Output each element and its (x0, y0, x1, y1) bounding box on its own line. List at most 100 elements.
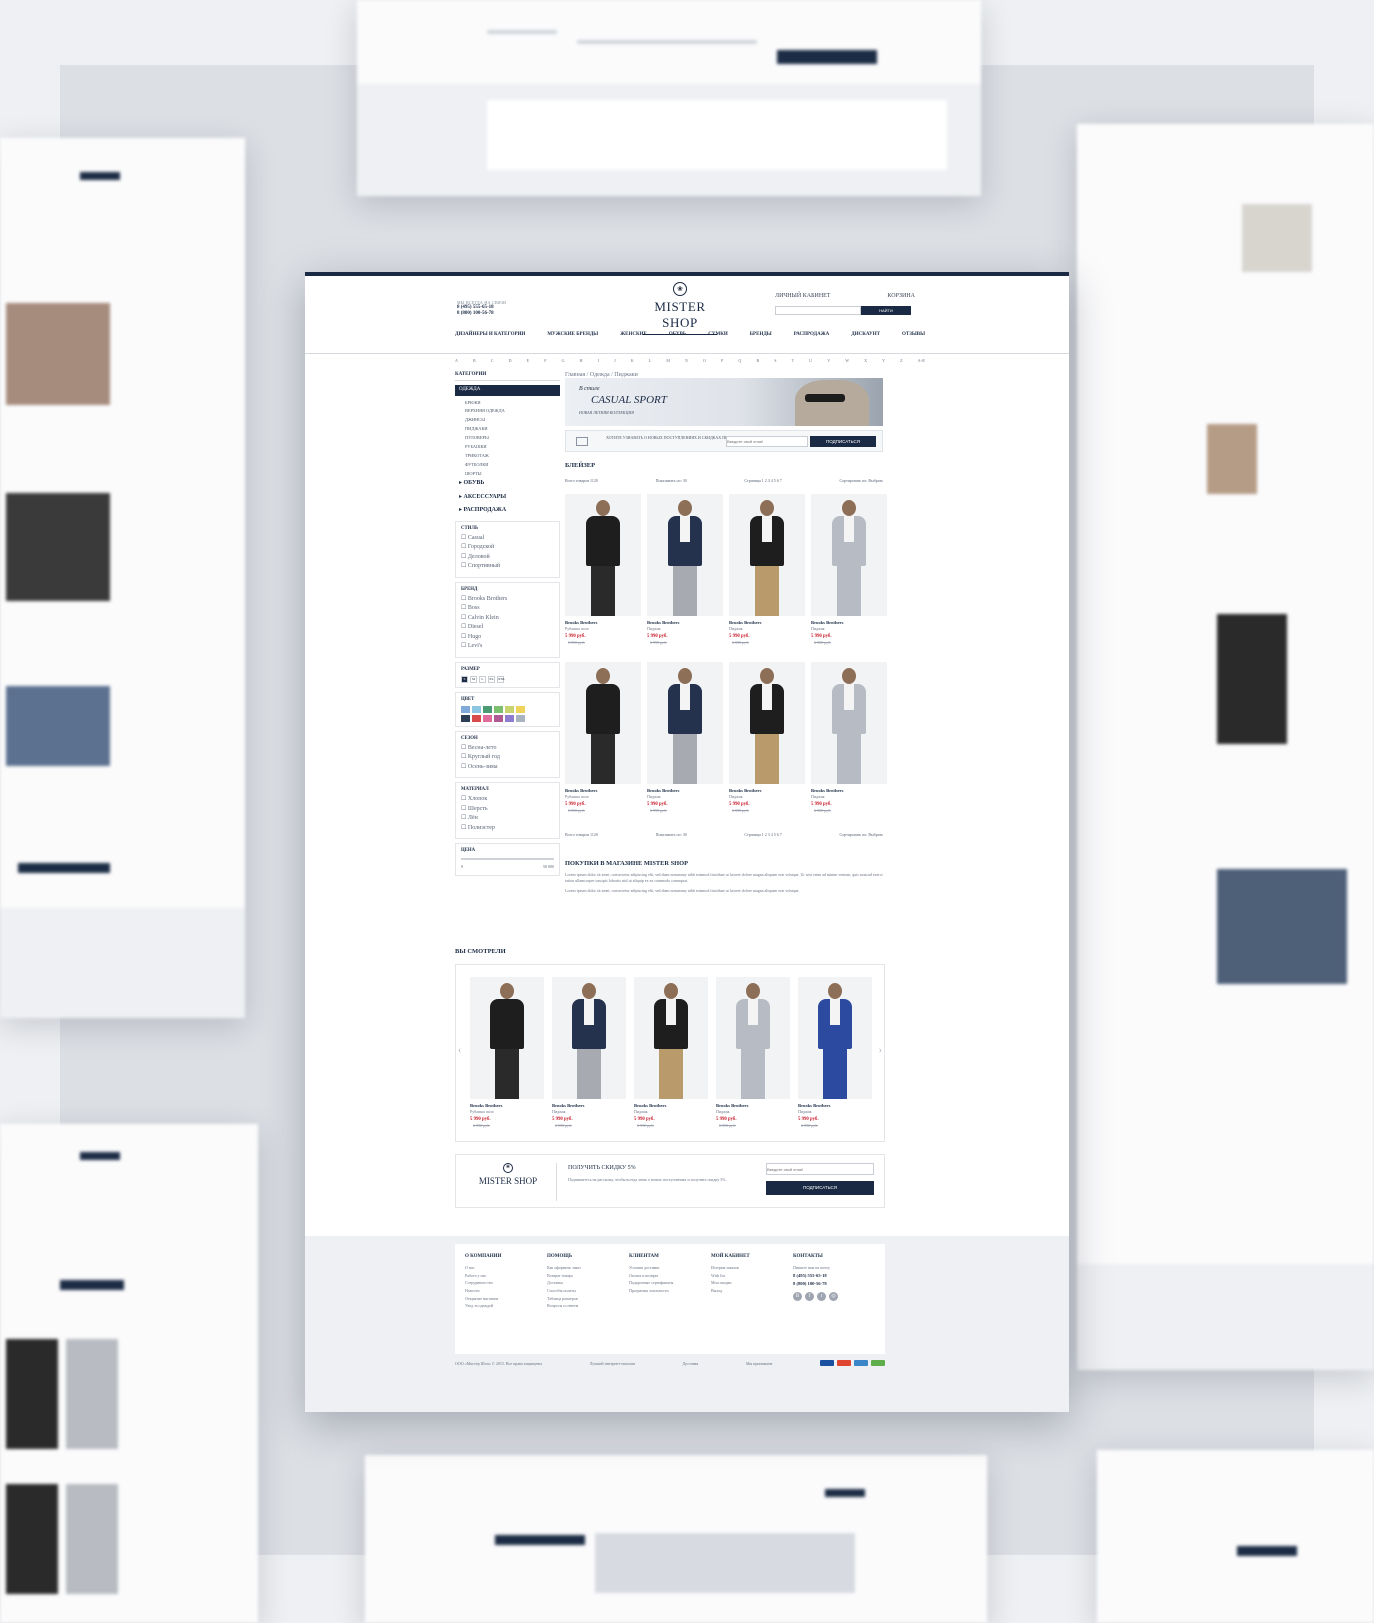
nav-item[interactable]: ОТЗЫВЫ (902, 332, 925, 338)
category-active[interactable]: ОДЕЖДА (455, 385, 560, 396)
product-photo[interactable] (565, 662, 641, 784)
footer-link[interactable]: Таблица размеров (547, 1296, 629, 1301)
checkbox-icon[interactable]: ☐ (461, 634, 468, 640)
alphabet-letter[interactable]: J (614, 358, 616, 363)
alphabet-letter[interactable]: O (703, 358, 706, 363)
footer-link[interactable]: Как оформить заказ (547, 1265, 629, 1270)
size-option[interactable]: XXL (497, 675, 505, 683)
site-logo[interactable]: ❀ MISTER SHOP (635, 282, 725, 335)
alphabet-letter[interactable]: F (544, 358, 546, 363)
checkbox-icon[interactable]: ☐ (461, 544, 468, 550)
footer-link[interactable]: Мои скидки (711, 1280, 793, 1285)
product-photo[interactable] (729, 494, 805, 616)
nav-item[interactable]: БРЕНДЫ (750, 332, 772, 338)
filter-option[interactable]: ☐ Лён (461, 815, 554, 823)
filter-title[interactable]: БРЕНД (461, 587, 554, 593)
filter-option[interactable]: ☐ Осень-зима (461, 764, 554, 772)
product-card[interactable]: Brooks Brothers Пиджак 5 990 руб. 6 990 руб… (552, 977, 626, 1130)
color-swatch[interactable] (494, 705, 503, 713)
product-photo[interactable] (470, 977, 544, 1099)
product-card[interactable]: Brooks Brothers Пиджак 5 990 руб. 6 990 руб… (647, 662, 723, 815)
subcategory-item[interactable]: ВЕРХНЯЯ ОДЕЖДА (465, 408, 560, 414)
phone-2[interactable]: 8 (800) 100-56-78 (457, 311, 506, 317)
product-card[interactable]: Brooks Brothers Пиджак 5 990 руб. 6 990 руб… (811, 662, 887, 815)
pagination[interactable]: Страница 1 2 3 4 5 6 7 (744, 478, 781, 483)
color-swatch[interactable] (516, 705, 525, 713)
footer-link[interactable]: Сотрудничество (465, 1280, 547, 1285)
product-card[interactable]: Brooks Brothers Пиджак 5 990 руб. 6 990 руб… (634, 977, 708, 1130)
product-photo[interactable] (798, 977, 872, 1099)
checkbox-icon[interactable]: ☐ (461, 825, 468, 831)
color-swatch[interactable] (461, 705, 470, 713)
nav-item[interactable]: ОБУВЬ (669, 332, 686, 338)
checkbox-icon[interactable]: ☐ (461, 796, 468, 802)
nav-item[interactable]: ЖЕНСКИЕ (620, 332, 647, 338)
subcategory-item[interactable]: БРЮКИ (465, 400, 560, 406)
alphabet-letter[interactable]: G (562, 358, 565, 363)
search-input[interactable] (775, 305, 861, 315)
subcategory-item[interactable]: РУБАШКИ (465, 444, 560, 450)
footer-link[interactable]: Уход за одеждой (465, 1303, 547, 1308)
alphabet-letter[interactable]: W (845, 358, 849, 363)
footer-link[interactable]: Вопросы и ответы (547, 1303, 629, 1308)
alphabet-letter[interactable]: U (809, 358, 812, 363)
size-option[interactable]: S (461, 675, 468, 683)
color-swatch[interactable] (472, 714, 481, 722)
alphabet-letter[interactable]: L (649, 358, 651, 363)
nav-item[interactable]: СУМКИ (708, 332, 727, 338)
alphabet-letter[interactable]: E (527, 358, 529, 363)
product-photo[interactable] (716, 977, 790, 1099)
alphabet-letter[interactable]: D (509, 358, 512, 363)
sort-select[interactable]: Сортировать по: Выбрать (840, 478, 883, 483)
promo-subscribe-button[interactable]: ПОДПИСАТЬСЯ (766, 1181, 874, 1195)
product-card[interactable]: Brooks Brothers Рубашка поло 5 990 руб. 6 9… (565, 494, 641, 647)
checkbox-icon[interactable]: ☐ (461, 624, 468, 630)
product-photo[interactable] (647, 662, 723, 784)
footer-link[interactable]: О нас (465, 1265, 547, 1270)
sort-select[interactable]: Сортировать по: Выбрать (840, 832, 883, 837)
checkbox-icon[interactable]: ☐ (461, 596, 468, 602)
alphabet-letter[interactable]: H (580, 358, 583, 363)
filter-title[interactable]: РАЗМЕР (461, 667, 554, 673)
subscribe-email-input[interactable] (726, 436, 808, 447)
checkbox-icon[interactable]: ☐ (461, 535, 468, 541)
alphabet-letter[interactable]: N (685, 358, 688, 363)
checkbox-icon[interactable]: ☐ (461, 764, 468, 770)
checkbox-icon[interactable]: ☐ (461, 806, 468, 812)
alphabet-letter[interactable]: T (792, 358, 794, 363)
filter-option[interactable]: ☐ Levi's (461, 643, 554, 651)
footer-link[interactable]: Новости (465, 1288, 547, 1293)
checkbox-icon[interactable]: ☐ (461, 563, 468, 569)
filter-title[interactable]: ЦВЕТ (461, 697, 554, 703)
color-swatch[interactable] (472, 705, 481, 713)
alphabet-letter[interactable]: S (774, 358, 776, 363)
filter-option[interactable]: ☐ Круглый год (461, 754, 554, 762)
category-group[interactable]: ▸ ОБУВЬ (459, 480, 560, 488)
size-option[interactable]: L (479, 675, 486, 683)
alphabet-letter[interactable]: A (455, 358, 458, 363)
footer-link[interactable]: Открытие магазина (465, 1296, 547, 1301)
color-swatch[interactable] (505, 714, 514, 722)
footer-link[interactable]: Подарочные сертификаты (629, 1280, 711, 1285)
alphabet-letter[interactable]: V (827, 358, 830, 363)
product-card[interactable]: Brooks Brothers Пиджак 5 990 руб. 6 990 руб… (647, 494, 723, 647)
filter-option[interactable]: ☐ Boss (461, 605, 554, 613)
facebook-icon[interactable]: f (805, 1292, 814, 1302)
nav-item[interactable]: РАСПРОДАЖА (794, 332, 830, 338)
product-card[interactable]: Brooks Brothers Пиджак 5 990 руб. 6 990 руб… (798, 977, 872, 1130)
checkbox-icon[interactable]: ☐ (461, 615, 468, 621)
filter-option[interactable]: ☐ Деловой (461, 554, 554, 562)
alphabet-letter[interactable]: X (864, 358, 867, 363)
alphabet-letter[interactable]: I (598, 358, 599, 363)
color-swatch[interactable] (505, 705, 514, 713)
twitter-icon[interactable]: t (817, 1292, 826, 1302)
color-swatch[interactable] (483, 714, 492, 722)
chevron-right-icon[interactable]: › (879, 1045, 882, 1058)
subcategory-item[interactable]: ШОРТЫ (465, 471, 560, 477)
product-card[interactable]: Brooks Brothers Пиджак 5 990 руб. 6 990 руб… (729, 662, 805, 815)
nav-item[interactable]: ДИСКАУНТ (851, 332, 880, 338)
filter-option[interactable]: ☐ Hugo (461, 634, 554, 642)
alphabet-letter[interactable]: P (721, 358, 723, 363)
category-group[interactable]: ▸ РАСПРОДАЖА (459, 507, 560, 515)
alphabet-letter[interactable]: Y (882, 358, 885, 363)
